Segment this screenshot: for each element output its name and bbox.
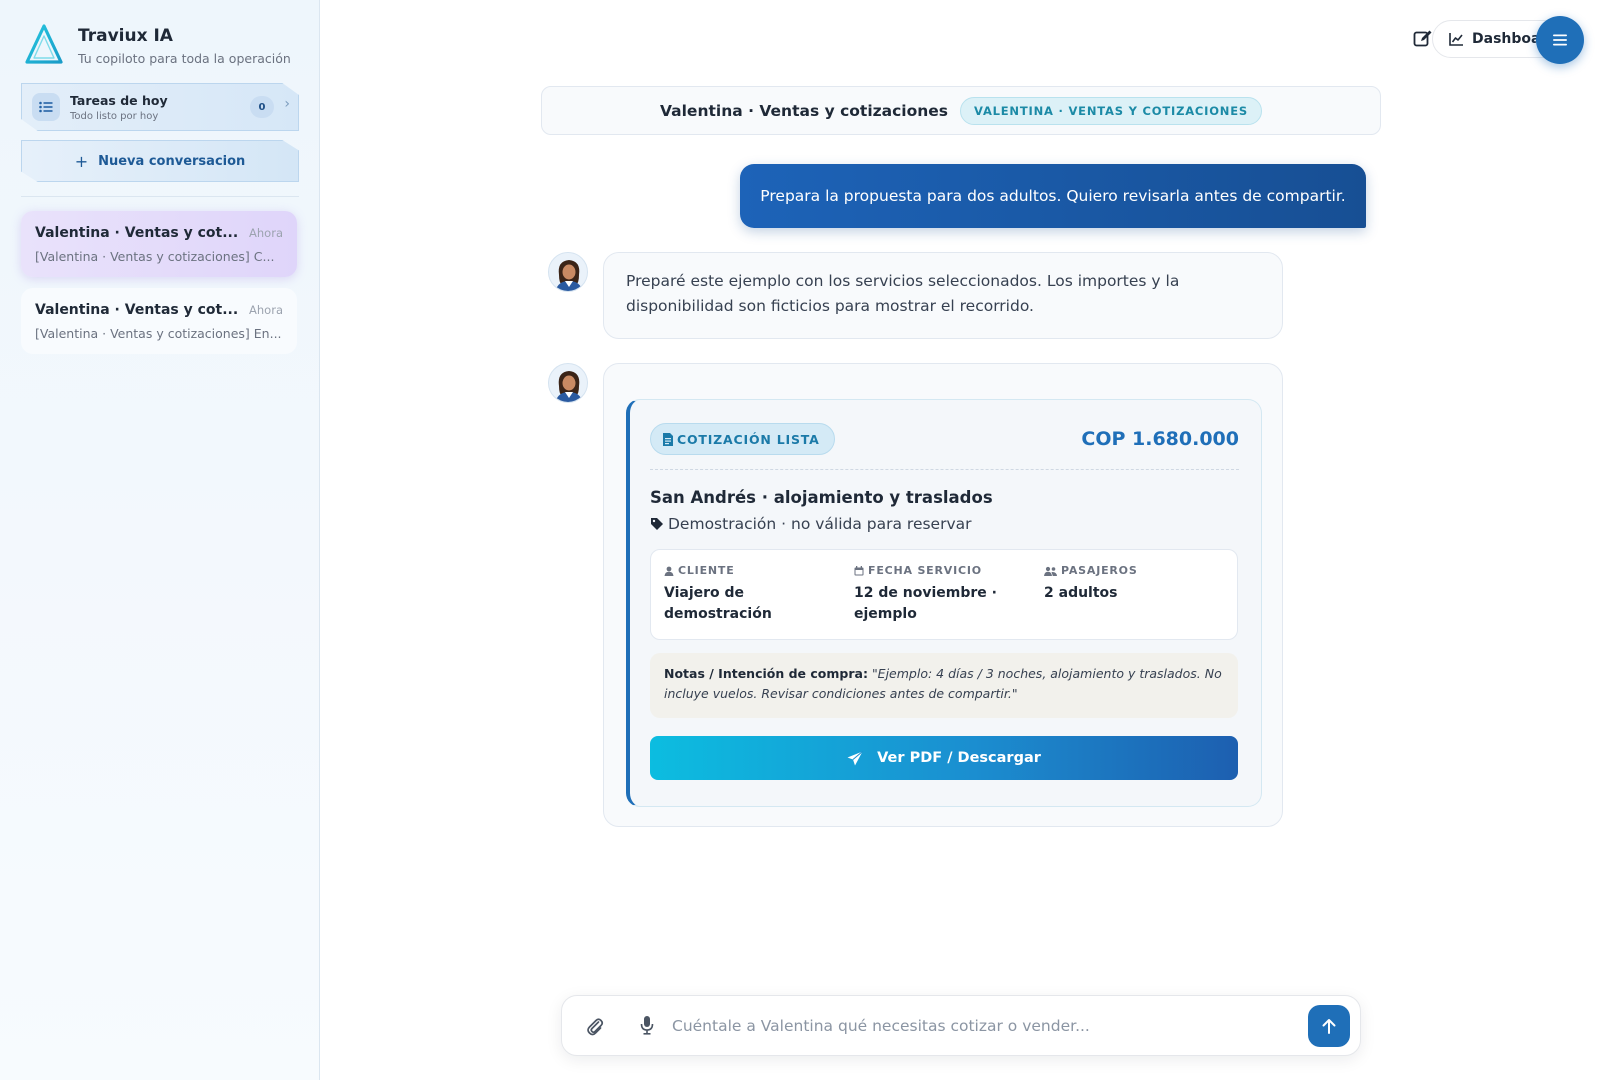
- quote-notes: Notas / Intención de compra: "Ejemplo: 4…: [650, 653, 1238, 718]
- conversation-time: Ahora: [249, 226, 283, 240]
- dashboard-label: Dashboa: [1472, 31, 1541, 47]
- agent-badge: VALENTINA · VENTAS Y COTIZACIONES: [960, 96, 1262, 125]
- tasks-today-button[interactable]: Tareas de hoy Todo listo por hoy 0 ›: [21, 83, 299, 131]
- task-list-icon: [32, 93, 60, 121]
- new-conversation-label: Nueva conversacion: [98, 153, 246, 169]
- conversation-preview: [Valentina · Ventas y cotizaciones] En..…: [35, 326, 282, 341]
- paper-plane-icon: [847, 750, 863, 765]
- view-pdf-label: Ver PDF / Descargar: [877, 750, 1041, 766]
- traviux-logo-icon: [25, 24, 63, 64]
- conversation-preview: [Valentina · Ventas y cotizaciones] C...: [35, 249, 275, 264]
- passengers-field: PASAJEROS 2 adultos: [1044, 564, 1224, 604]
- quote-ready-label: COTIZACIÓN LISTA: [677, 431, 820, 447]
- plus-icon: +: [74, 151, 89, 171]
- conversation-item[interactable]: Valentina · Ventas y cot... Ahora [Valen…: [21, 288, 297, 354]
- passengers-value: 2 adultos: [1044, 585, 1118, 601]
- hamburger-icon: [1553, 34, 1567, 46]
- arrow-up-icon: [1322, 1019, 1336, 1034]
- send-button[interactable]: [1308, 1005, 1350, 1047]
- assistant-quote-message: COTIZACIÓN LISTA COP 1.680.000 San André…: [603, 363, 1283, 827]
- client-label: CLIENTE: [678, 564, 735, 577]
- chat-title: Valentina · Ventas y cotizaciones: [660, 101, 949, 120]
- service-date-field: FECHA SERVICIO 12 de noviembre · ejemplo: [854, 564, 1024, 625]
- tasks-count-badge: 0: [250, 96, 274, 118]
- user-icon: [664, 566, 674, 576]
- menu-button[interactable]: [1536, 16, 1584, 64]
- app-title: Traviux IA: [78, 26, 173, 46]
- assistant-avatar: [548, 363, 588, 403]
- assistant-message: Preparé este ejemplo con los servicios s…: [603, 252, 1283, 339]
- chat-input[interactable]: [672, 1006, 1272, 1046]
- conversation-time: Ahora: [249, 303, 283, 317]
- quote-title: San Andrés · alojamiento y traslados: [650, 488, 993, 507]
- new-conversation-button[interactable]: + Nueva conversacion: [21, 140, 299, 182]
- file-invoice-icon: [663, 432, 673, 446]
- chat-header: Valentina · Ventas y cotizaciones VALENT…: [541, 86, 1381, 135]
- quote-total: COP 1.680.000: [1081, 428, 1239, 450]
- chevron-right-icon: ›: [284, 96, 290, 112]
- quote-info-box: CLIENTE Viajero de demostración FECHA SE…: [650, 549, 1238, 640]
- passengers-label: PASAJEROS: [1061, 564, 1138, 577]
- message-composer: [561, 995, 1361, 1056]
- sidebar: Traviux IA Tu copiloto para toda la oper…: [0, 0, 320, 1080]
- assistant-avatar-icon: [555, 371, 583, 402]
- client-value: Viajero de demostración: [664, 585, 772, 622]
- brand: Traviux IA Tu copiloto para toda la oper…: [24, 22, 291, 66]
- tag-icon: [651, 518, 663, 530]
- chart-line-icon: [1449, 33, 1463, 46]
- notes-label: Notas / Intención de compra:: [664, 666, 868, 681]
- quote-card: COTIZACIÓN LISTA COP 1.680.000 San André…: [626, 399, 1262, 807]
- quote-divider: [650, 469, 1239, 470]
- client-field: CLIENTE Viajero de demostración: [664, 564, 834, 625]
- app-subtitle: Tu copiloto para toda la operación: [78, 51, 291, 66]
- assistant-avatar-icon: [555, 260, 583, 291]
- paperclip-icon[interactable]: [586, 1016, 604, 1036]
- quote-ready-badge: COTIZACIÓN LISTA: [650, 423, 835, 455]
- service-date-label: FECHA SERVICIO: [868, 564, 982, 577]
- view-pdf-button[interactable]: Ver PDF / Descargar: [650, 736, 1238, 780]
- calendar-icon: [854, 565, 864, 575]
- edit-icon[interactable]: [1412, 28, 1434, 50]
- conversation-item-active[interactable]: Valentina · Ventas y cot... Ahora [Valen…: [21, 211, 297, 277]
- tasks-title: Tareas de hoy: [70, 92, 168, 108]
- conversation-title: Valentina · Ventas y cot...: [35, 302, 239, 318]
- quote-subtitle: Demostración · no válida para reservar: [668, 515, 972, 533]
- conversation-title: Valentina · Ventas y cot...: [35, 225, 239, 241]
- assistant-avatar: [548, 252, 588, 292]
- microphone-icon[interactable]: [640, 1015, 654, 1035]
- service-date-value: 12 de noviembre · ejemplo: [854, 585, 997, 622]
- quote-subtitle-row: Demostración · no válida para reservar: [650, 515, 972, 533]
- users-icon: [1044, 566, 1057, 576]
- tasks-subtitle: Todo listo por hoy: [70, 110, 159, 122]
- user-message: Prepara la propuesta para dos adultos. Q…: [740, 164, 1366, 228]
- sidebar-divider: [21, 196, 299, 197]
